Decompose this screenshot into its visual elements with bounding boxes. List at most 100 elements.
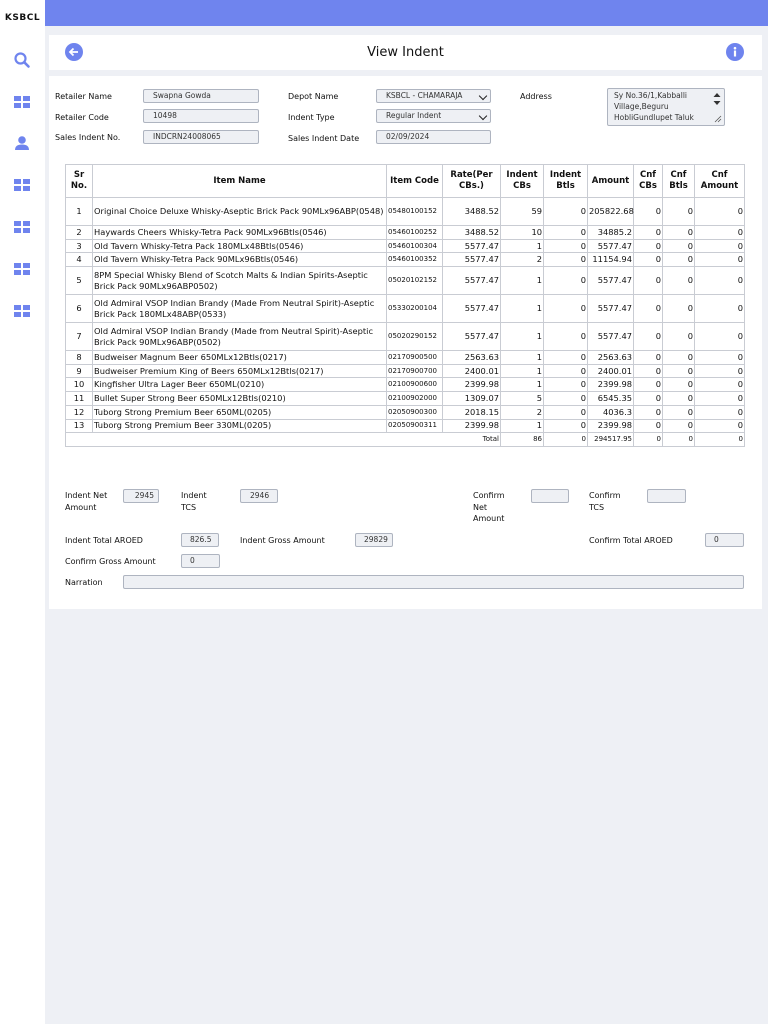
indent-gross-amount-field[interactable]: 29829: [355, 533, 393, 547]
info-icon: [733, 46, 737, 57]
indent-items-table: Sr No. Item Name Item Code Rate(Per CBs.…: [65, 164, 745, 448]
row-cnf-btls: 0: [662, 363, 695, 379]
row-amount: 5577.47: [587, 294, 634, 324]
indent-type-value: Regular Indent: [386, 111, 442, 120]
row-cnf-amount: 0: [694, 225, 745, 240]
row-cnf-cbs: 0: [633, 418, 663, 434]
sales-indent-date-label: Sales Indent Date: [288, 134, 360, 143]
col-header-item-code: Item Code: [386, 164, 443, 198]
row-cnf-btls: 0: [662, 266, 695, 296]
row-item-code: 05460100352: [386, 252, 443, 268]
row-sr: 13: [65, 418, 93, 434]
indent-type-select[interactable]: Regular Indent: [376, 109, 491, 123]
depot-name-select[interactable]: KSBCL - CHAMARAJA: [376, 89, 491, 103]
table-row: 4 Old Tavern Whisky-Tetra Pack 90MLx96Btl…: [65, 252, 745, 268]
indent-tcs-field[interactable]: 2946: [240, 489, 278, 503]
row-rate: 2018.15: [442, 404, 501, 420]
row-sr: 3: [65, 238, 93, 254]
info-button[interactable]: [726, 43, 744, 61]
sales-indent-no-field[interactable]: INDCRN24008065: [143, 130, 259, 144]
row-indent-cbs: 1: [500, 322, 544, 352]
row-cnf-btls: 0: [662, 322, 695, 352]
row-cnf-btls: 0: [662, 294, 695, 324]
row-cnf-btls: 0: [662, 404, 695, 420]
row-sr: 9: [65, 363, 93, 379]
row-item-name: Tuborg Strong Premium Beer 330ML(0205): [92, 418, 387, 434]
total-label: Total: [65, 432, 501, 448]
dashboard-icon[interactable]: [12, 92, 32, 112]
table-row: 2 Haywards Cheers Whisky-Tetra Pack 90MLx…: [65, 225, 745, 240]
row-amount: 34885.2: [587, 225, 634, 240]
col-header-indent-btls: Indent Btls: [543, 164, 588, 198]
row-sr: 7: [65, 322, 93, 352]
confirm-gross-amount-field[interactable]: 0: [181, 554, 220, 568]
row-amount: 4036.3: [587, 404, 634, 420]
row-sr: 10: [65, 377, 93, 393]
indent-net-amount-field[interactable]: 2945: [123, 489, 159, 503]
address-textarea[interactable]: Sy No.36/1,Kabballi Village,Beguru Hobli…: [607, 88, 725, 126]
row-cnf-cbs: 0: [633, 322, 663, 352]
indent-total-aroed-field[interactable]: 826.5: [181, 533, 219, 547]
col-header-cnf-cbs: Cnf CBs: [633, 164, 663, 198]
row-indent-btls: 0: [543, 418, 588, 434]
row-item-name: Budweiser Premium King of Beers 650MLx12…: [92, 363, 387, 379]
user-icon[interactable]: [12, 133, 32, 153]
brand-logo: KSBCL: [4, 13, 41, 23]
confirm-tcs-field[interactable]: [647, 489, 686, 503]
col-header-cnf-btls: Cnf Btls: [662, 164, 695, 198]
dashboard-icon[interactable]: [12, 301, 32, 321]
row-indent-btls: 0: [543, 391, 588, 406]
indent-gross-amount-label: Indent Gross Amount: [240, 536, 325, 545]
retailer-code-field[interactable]: 10498: [143, 109, 259, 123]
row-indent-btls: 0: [543, 322, 588, 352]
col-header-cnf-amount: Cnf Amount: [694, 164, 745, 198]
dashboard-icon[interactable]: [12, 175, 32, 195]
sales-indent-date-field[interactable]: 02/09/2024: [376, 130, 491, 144]
address-label: Address: [520, 92, 552, 101]
row-item-name: Tuborg Strong Premium Beer 650ML(0205): [92, 404, 387, 420]
row-item-code: 05330200104: [386, 294, 443, 324]
total-btls: 0: [543, 432, 588, 448]
table-row: 8 Budweiser Magnum Beer 650MLx12Btls(0217…: [65, 350, 745, 365]
row-item-code: 05480100152: [386, 197, 443, 226]
row-item-code: 05460100252: [386, 225, 443, 240]
row-cnf-btls: 0: [662, 252, 695, 268]
retailer-name-field[interactable]: Swapna Gowda: [143, 89, 259, 103]
row-cnf-cbs: 0: [633, 197, 663, 226]
row-cnf-cbs: 0: [633, 252, 663, 268]
dashboard-icon[interactable]: [12, 259, 32, 279]
narration-field[interactable]: [123, 575, 744, 589]
col-header-rate: Rate(Per CBs.): [442, 164, 501, 198]
row-cnf-amount: 0: [694, 350, 745, 365]
row-item-code: 02050900311: [386, 418, 443, 434]
row-indent-cbs: 5: [500, 391, 544, 406]
row-rate: 5577.47: [442, 266, 501, 296]
col-header-sr: Sr No.: [65, 164, 93, 198]
row-sr: 5: [65, 266, 93, 296]
row-indent-btls: 0: [543, 404, 588, 420]
confirm-net-amount-label: Confirm Net Amount: [473, 491, 505, 523]
row-sr: 8: [65, 350, 93, 365]
indent-total-aroed-label: Indent Total AROED: [65, 536, 143, 545]
row-indent-cbs: 1: [500, 418, 544, 434]
row-cnf-btls: 0: [662, 418, 695, 434]
row-cnf-btls: 0: [662, 225, 695, 240]
total-cnf-amount: 0: [694, 432, 745, 448]
row-cnf-btls: 0: [662, 350, 695, 365]
row-sr: 11: [65, 391, 93, 406]
total-cnf-cbs: 0: [633, 432, 663, 448]
row-cnf-amount: 0: [694, 391, 745, 406]
row-amount: 2399.98: [587, 418, 634, 434]
dashboard-icon[interactable]: [12, 217, 32, 237]
resize-handle-icon[interactable]: [714, 115, 722, 123]
row-cnf-cbs: 0: [633, 225, 663, 240]
confirm-net-amount-field[interactable]: [531, 489, 569, 503]
search-icon[interactable]: [12, 50, 32, 70]
col-header-item-name: Item Name: [92, 164, 387, 198]
row-indent-cbs: 2: [500, 252, 544, 268]
row-item-code: 02100902000: [386, 391, 443, 406]
confirm-total-aroed-field[interactable]: 0: [705, 533, 744, 547]
scroll-arrows-icon[interactable]: [713, 92, 721, 110]
row-cnf-cbs: 0: [633, 238, 663, 254]
row-item-name: Old Tavern Whisky-Tetra Pack 180MLx48Btl…: [92, 238, 387, 254]
